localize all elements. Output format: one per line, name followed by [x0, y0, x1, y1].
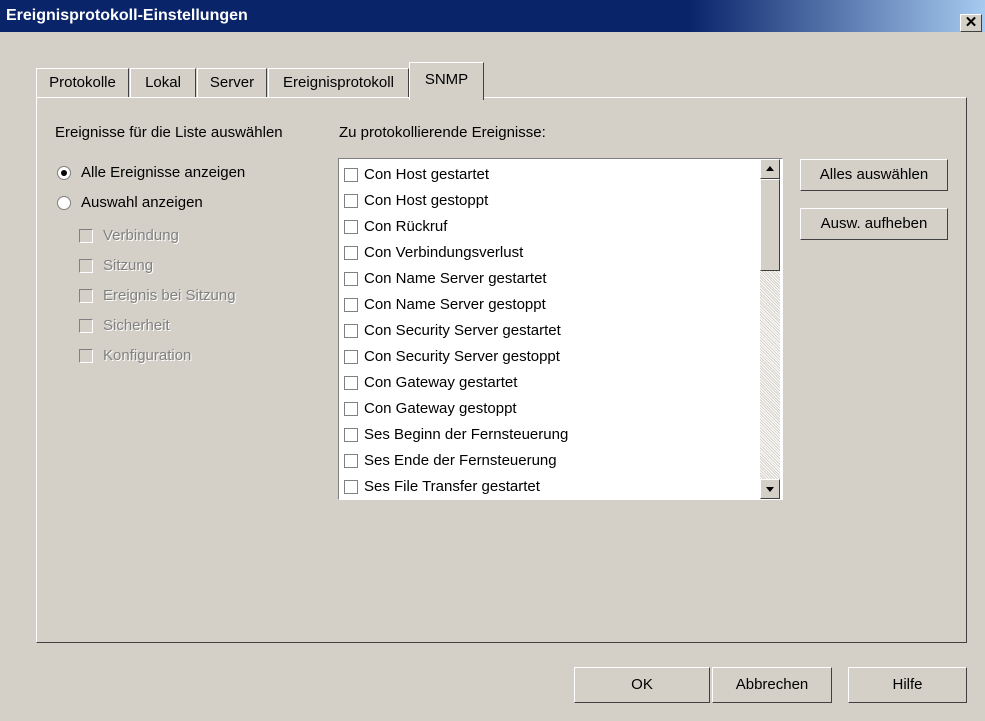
tab-protokolle[interactable]: Protokolle	[36, 68, 129, 98]
category-label: Verbindung	[103, 227, 179, 244]
list-item-label: Con Security Server gestoppt	[364, 348, 560, 365]
button-label: Ausw. aufheben	[820, 215, 928, 232]
list-item-label: Con Name Server gestartet	[364, 270, 547, 287]
cancel-button[interactable]: Abbrechen	[712, 667, 832, 703]
category-label: Sicherheit	[103, 317, 170, 334]
events-listbox[interactable]: Con Host gestartet Con Host gestoppt Con…	[338, 158, 783, 500]
tab-label: SNMP	[424, 71, 469, 88]
radio-unchecked-icon[interactable]	[57, 196, 71, 210]
checkbox-icon[interactable]	[344, 376, 358, 390]
checkbox-icon[interactable]	[79, 289, 93, 303]
list-item-label: Ses Ende der Fernsteuerung	[364, 452, 557, 469]
tab-ereignisprotokoll[interactable]: Ereignisprotokoll	[268, 68, 409, 98]
tab-server[interactable]: Server	[197, 68, 267, 98]
checkbox-icon[interactable]	[344, 428, 358, 442]
list-item-label: Con Name Server gestoppt	[364, 296, 546, 313]
category-label: Sitzung	[103, 257, 154, 274]
checkbox-icon[interactable]	[79, 319, 93, 333]
list-item-label: Con Host gestartet	[364, 166, 490, 183]
events-heading: Zu protokollierende Ereignisse:	[339, 124, 546, 141]
ok-button[interactable]: OK	[574, 667, 710, 703]
checkbox-icon[interactable]	[344, 480, 358, 494]
checkbox-icon[interactable]	[79, 229, 93, 243]
checkbox-icon[interactable]	[344, 298, 358, 312]
checkbox-icon[interactable]	[344, 324, 358, 338]
list-item-label: Ses File Transfer gestartet	[364, 478, 540, 495]
list-item-label: Con Security Server gestartet	[364, 322, 561, 339]
checkbox-icon[interactable]	[344, 168, 358, 182]
list-item-label: Con Host gestoppt	[364, 192, 489, 209]
checkbox-icon[interactable]	[344, 194, 358, 208]
help-button[interactable]: Hilfe	[848, 667, 967, 703]
window-title: Ereignisprotokoll-Einstellungen	[6, 7, 248, 24]
deselect-button[interactable]: Ausw. aufheben	[800, 208, 948, 240]
select-all-button[interactable]: Alles auswählen	[800, 159, 948, 191]
arrow-up-icon	[766, 166, 774, 171]
arrow-down-icon	[766, 487, 774, 492]
button-label: Hilfe	[892, 676, 923, 693]
list-item-label: Ses Beginn der Fernsteuerung	[364, 426, 569, 443]
checkbox-icon[interactable]	[344, 272, 358, 286]
radio-selection-label: Auswahl anzeigen	[81, 194, 203, 211]
radio-checked-icon[interactable]	[57, 166, 71, 180]
title-bar: Ereignisprotokoll-Einstellungen	[0, 0, 985, 32]
checkbox-icon[interactable]	[344, 246, 358, 260]
button-label: OK	[631, 676, 653, 693]
scroll-down-button[interactable]	[760, 479, 780, 499]
left-heading: Ereignisse für die Liste auswählen	[55, 124, 283, 141]
list-item-label: Con Verbindungsverlust	[364, 244, 524, 261]
category-label: Ereignis bei Sitzung	[103, 287, 236, 304]
tab-lokal[interactable]: Lokal	[130, 68, 196, 98]
checkbox-icon[interactable]	[79, 349, 93, 363]
checkbox-icon[interactable]	[344, 402, 358, 416]
checkbox-icon[interactable]	[344, 220, 358, 234]
button-label: Alles auswählen	[819, 166, 929, 183]
checkbox-icon[interactable]	[344, 454, 358, 468]
list-item-label: Con Gateway gestoppt	[364, 400, 517, 417]
tab-label: Protokolle	[49, 74, 116, 91]
close-icon: ✕	[964, 14, 978, 31]
vertical-scrollbar[interactable]	[760, 159, 780, 499]
scroll-thumb[interactable]	[760, 179, 780, 271]
scroll-up-button[interactable]	[760, 159, 780, 179]
tab-snmp[interactable]: SNMP	[409, 62, 484, 100]
button-label: Abbrechen	[735, 676, 809, 693]
close-button[interactable]: ✕	[960, 14, 982, 32]
list-item-label: Con Rückruf	[364, 218, 448, 235]
tab-label: Ereignisprotokoll	[283, 74, 394, 91]
checkbox-icon[interactable]	[79, 259, 93, 273]
checkbox-icon[interactable]	[344, 350, 358, 364]
tab-label: Lokal	[145, 74, 181, 91]
list-item-label: Con Gateway gestartet	[364, 374, 518, 391]
radio-all-label: Alle Ereignisse anzeigen	[81, 164, 246, 181]
category-label: Konfiguration	[103, 347, 192, 364]
tab-label: Server	[209, 74, 255, 91]
